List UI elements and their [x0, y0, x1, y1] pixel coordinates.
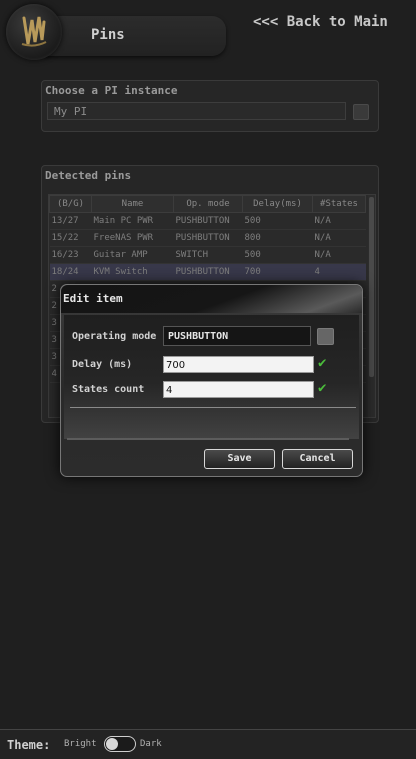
theme-toggle[interactable]: [104, 736, 136, 752]
table-cell: SWITCH: [173, 246, 243, 264]
pins-table-scrollbar[interactable]: [368, 195, 375, 417]
table-row[interactable]: 15/22 FreeNAS PWR PUSHBUTTON 800 N/A: [49, 229, 366, 247]
states-count-input[interactable]: 4: [163, 381, 314, 398]
cancel-button[interactable]: Cancel: [282, 449, 353, 469]
operating-mode-dropdown-button[interactable]: [317, 328, 334, 345]
column-header[interactable]: #States: [312, 195, 366, 213]
table-cell: N/A: [312, 246, 366, 264]
dialog-header[interactable]: Edit item: [61, 285, 362, 313]
table-header-row: (B/G) Name Op. mode Delay(ms) #States: [49, 195, 366, 213]
pi-instance-panel: Choose a PI instance My PI: [41, 80, 379, 132]
dialog-body: Operating mode PUSHBUTTON Delay (ms) 700…: [64, 315, 359, 439]
logo-icon[interactable]: [6, 4, 62, 60]
table-cell: PUSHBUTTON: [173, 212, 243, 230]
pi-instance-label: Choose a PI instance: [45, 84, 178, 97]
checkmark-icon: ✔: [318, 380, 327, 396]
theme-footer: Theme: Bright Dark: [0, 729, 416, 759]
table-cell: 4: [312, 263, 366, 281]
dialog-title: Edit item: [63, 292, 123, 305]
page-title: Pins: [91, 27, 125, 43]
column-header[interactable]: Name: [91, 195, 174, 213]
detected-pins-label: Detected pins: [45, 169, 132, 182]
delay-input[interactable]: 700: [163, 356, 314, 373]
table-cell: 18/24: [49, 263, 92, 281]
checkmark-icon: ✔: [318, 355, 327, 371]
table-cell: PUSHBUTTON: [173, 263, 243, 281]
table-cell: Guitar AMP: [91, 246, 174, 264]
edit-item-dialog: Edit item Operating mode PUSHBUTTON Dela…: [60, 284, 363, 477]
operating-mode-select[interactable]: PUSHBUTTON: [163, 326, 311, 346]
save-button[interactable]: Save: [204, 449, 275, 469]
table-row-selected[interactable]: 18/24 KVM Switch PUSHBUTTON 700 4: [49, 263, 366, 281]
table-row[interactable]: 13/27 Main PC PWR PUSHBUTTON 500 N/A: [49, 212, 366, 230]
theme-bright-label[interactable]: Bright: [64, 739, 97, 749]
table-cell: FreeNAS PWR: [91, 229, 174, 247]
title-bar: [44, 16, 226, 56]
back-to-main-link[interactable]: <<< Back to Main: [253, 14, 388, 30]
table-cell: 700: [242, 263, 313, 281]
column-header[interactable]: (B/G): [49, 195, 92, 213]
operating-mode-label: Operating mode: [72, 331, 157, 342]
table-cell: N/A: [312, 229, 366, 247]
table-cell: 500: [242, 246, 313, 264]
divider: [67, 438, 349, 440]
table-cell: 800: [242, 229, 313, 247]
delay-label: Delay (ms): [72, 359, 133, 370]
states-count-label: States count: [72, 384, 145, 395]
table-cell: KVM Switch: [91, 263, 174, 281]
table-cell: 15/22: [49, 229, 92, 247]
pi-logo-icon: [21, 16, 47, 47]
scrollbar-thumb[interactable]: [369, 197, 374, 377]
toggle-knob[interactable]: [106, 738, 118, 750]
table-cell: 500: [242, 212, 313, 230]
pi-instance-dropdown-button[interactable]: [353, 104, 369, 120]
divider: [70, 407, 356, 408]
table-cell: Main PC PWR: [91, 212, 174, 230]
table-cell: PUSHBUTTON: [173, 229, 243, 247]
column-header[interactable]: Op. mode: [173, 195, 243, 213]
table-cell: N/A: [312, 212, 366, 230]
table-cell: 16/23: [49, 246, 92, 264]
table-cell: 13/27: [49, 212, 92, 230]
table-row[interactable]: 16/23 Guitar AMP SWITCH 500 N/A: [49, 246, 366, 264]
pi-instance-select[interactable]: My PI: [47, 102, 346, 120]
theme-dark-label[interactable]: Dark: [140, 739, 162, 749]
theme-label: Theme:: [7, 738, 51, 752]
column-header[interactable]: Delay(ms): [242, 195, 313, 213]
